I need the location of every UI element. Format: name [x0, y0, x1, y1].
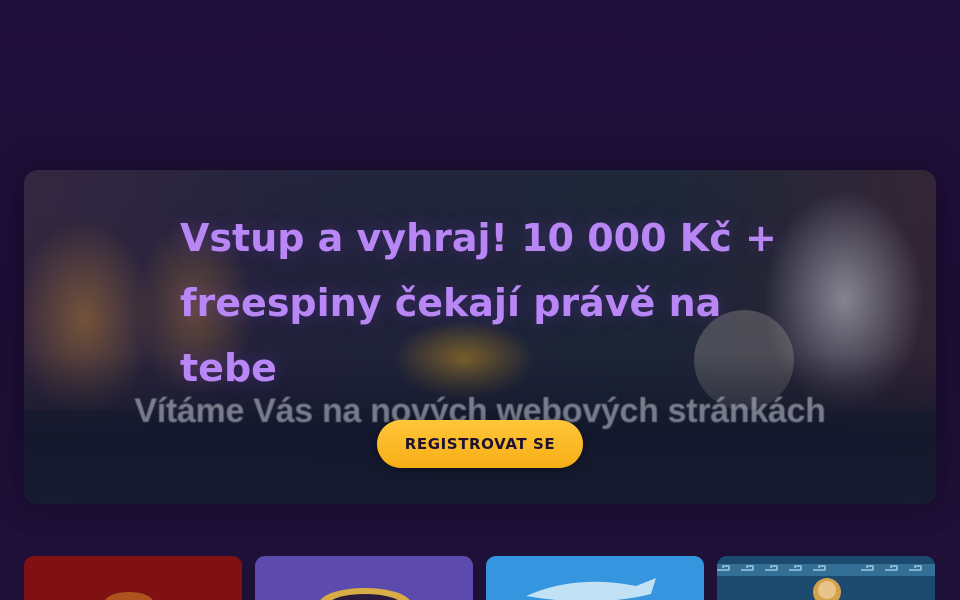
slot-game-thumbnail-red: [24, 556, 242, 600]
slot-game-thumbnail-shark: [486, 556, 704, 600]
slot-game-thumbnail-greek: [717, 556, 935, 600]
promo-headline: Vstup a vyhraj! 10 000 Kč + freespiny če…: [180, 216, 777, 390]
register-button[interactable]: REGISTROVAT SE: [377, 420, 583, 468]
game-tile[interactable]: [255, 556, 473, 600]
game-tile[interactable]: [24, 556, 242, 600]
page: Vítáme Vás na nových webových stránkách …: [0, 0, 960, 600]
game-tiles-row: [24, 556, 936, 600]
slot-game-thumbnail-purple: [255, 556, 473, 600]
game-tile[interactable]: [717, 556, 935, 600]
game-tile[interactable]: [486, 556, 704, 600]
